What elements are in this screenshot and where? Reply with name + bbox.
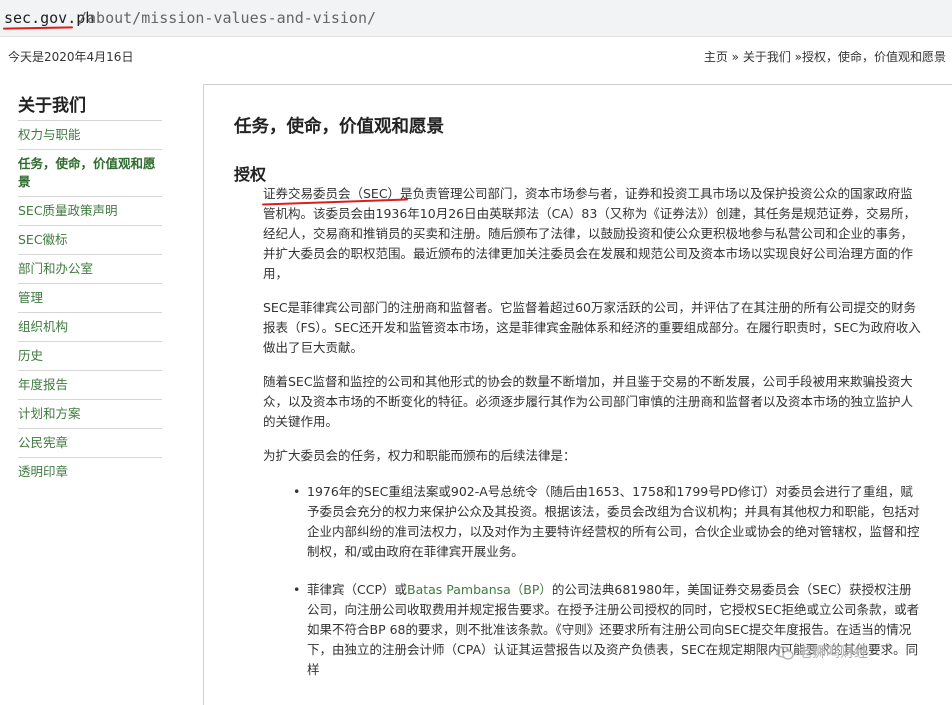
breadcrumb-about[interactable]: 关于我们 (743, 50, 791, 64)
sidebar-title: 关于我们 (18, 96, 86, 116)
batas-pambansa-link[interactable]: Batas Pambansa（BP） (407, 582, 552, 597)
paragraph: 随着SEC监督和监控的公司和其他形式的协会的数量不断增加，并且鉴于交易的不断发展… (263, 374, 914, 429)
sidebar-item-quality-policy[interactable]: SEC质量政策声明 (18, 196, 162, 225)
watermark-text: 老狮鸣财经 (798, 645, 868, 661)
url-path: /about/mission-values-and-vision/ (78, 9, 377, 27)
breadcrumb-home[interactable]: 主页 (704, 50, 728, 64)
sidebar-item-annual-report[interactable]: 年度报告 (18, 370, 162, 399)
law-text: 1976年的SEC重组法案或902-A号总统令（随后由1653、1758和179… (307, 484, 920, 559)
sidebar-item-citizen-charter[interactable]: 公民宪章 (18, 428, 162, 457)
main-content: 任务，使命，价值观和愿景 授权 证券交易委员会（SEC）是负责管理公司部门，资本… (203, 84, 952, 705)
sidebar-item-plans[interactable]: 计划和方案 (18, 399, 162, 428)
sidebar-item-transparency-seal[interactable]: 透明印章 (18, 457, 162, 486)
sidebar-item-mission[interactable]: 任务，使命，价值观和愿景 (18, 149, 162, 196)
sidebar-item-powers[interactable]: 权力与职能 (18, 120, 162, 149)
breadcrumb: 主页 » 关于我们 »授权，使命，价值观和愿景 (704, 37, 946, 77)
paragraph: 证券交易委员会（SEC）是负责管理公司部门，资本市场参与者，证券和投资工具市场以… (263, 186, 917, 281)
breadcrumb-separator: » (727, 50, 743, 64)
paragraph: 为扩大委员会的任务，权力和职能而颁布的后续法律是： (263, 448, 576, 463)
sidebar-item-logo[interactable]: SEC徽标 (18, 225, 162, 254)
page-title: 任务，使命，价值观和愿景 (234, 117, 444, 137)
watermark: 老狮鸣财经 (776, 640, 868, 666)
current-date: 今天是2020年4月16日 (8, 50, 134, 64)
bullet: • (293, 484, 301, 499)
paragraph: SEC是菲律宾公司部门的注册商和监督者。它监督着超过60万家活跃的公司，并评估了… (263, 300, 921, 355)
law-prefix: 菲律宾（CCP）或 (307, 582, 407, 597)
address-bar[interactable]: sec.gov.ph /about/mission-values-and-vis… (0, 0, 952, 37)
breadcrumb-current: 授权，使命，价值观和愿景 (801, 50, 946, 64)
list-item: • 1976年的SEC重组法案或902-A号总统令（随后由1653、1758和1… (293, 482, 923, 562)
sidebar-item-management[interactable]: 管理 (18, 283, 162, 312)
sidebar-item-organization[interactable]: 组织机构 (18, 312, 162, 341)
sidebar: 关于我们 权力与职能 任务，使命，价值观和愿景 SEC质量政策声明 SEC徽标 … (18, 92, 162, 486)
section-heading: 授权 (234, 165, 267, 184)
sidebar-item-history[interactable]: 历史 (18, 341, 162, 370)
sidebar-item-departments[interactable]: 部门和办公室 (18, 254, 162, 283)
article-body: 证券交易委员会（SEC）是负责管理公司部门，资本市场参与者，证券和投资工具市场以… (263, 184, 923, 698)
date-bar: 今天是2020年4月16日 主页 » 关于我们 »授权，使命，价值观和愿景 (0, 37, 952, 77)
breadcrumb-separator: » (790, 50, 802, 64)
bullet: • (293, 582, 301, 597)
wechat-icon (776, 646, 794, 660)
